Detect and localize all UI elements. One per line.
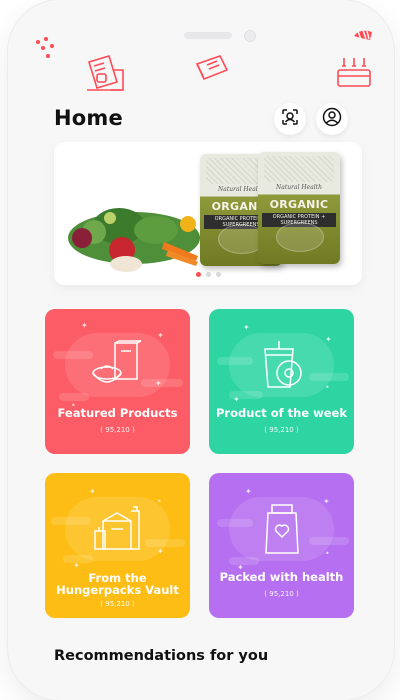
speaker-notch xyxy=(184,32,232,39)
recommendations-heading: Recommendations for you xyxy=(54,648,269,664)
promo-banner[interactable]: Natural Health ORGANIC FUSION ORGANIC PR… xyxy=(54,142,362,285)
card-title: Featured Products xyxy=(57,406,178,420)
sparkle-dots-icon xyxy=(34,36,58,60)
card-count: ( 95,210 ) xyxy=(100,426,135,434)
carousel-dot[interactable] xyxy=(205,272,211,277)
card-title: From the Hungerpacks Vault xyxy=(56,571,179,597)
category-card-packed-with-health[interactable]: ✦ ✦ • ✦ Packed with health ( 95,210 ) xyxy=(209,473,354,618)
category-card-featured-products[interactable]: ✦ ✦ ✦ • Featured Products ( 95,210 ) xyxy=(45,309,190,454)
bag-and-bowl-icon xyxy=(91,339,145,393)
user-profile-icon xyxy=(322,107,342,131)
striped-ball-icon xyxy=(352,28,374,42)
book-icon xyxy=(194,52,230,82)
header-bar: Home xyxy=(54,103,348,136)
face-scan-button[interactable] xyxy=(274,103,306,135)
carousel-dot[interactable] xyxy=(215,272,221,277)
face-scan-icon xyxy=(281,108,299,130)
grocery-bag-icon xyxy=(83,52,127,94)
groceries-box-icon xyxy=(91,503,145,559)
card-count: ( 95,210 ) xyxy=(264,426,299,434)
card-title: Product of the week xyxy=(215,406,347,420)
phone-frame: Home Natural Health ORGANIC ORGANIC PROT… xyxy=(8,0,394,700)
carousel-dot[interactable] xyxy=(195,272,201,277)
cup-and-donut-icon xyxy=(259,339,305,395)
profile-button[interactable] xyxy=(316,103,348,135)
front-camera xyxy=(244,30,256,42)
category-card-hungerpacks-vault[interactable]: ✦ • ✦ ✦ From the Hungerpacks Vault ( 95,… xyxy=(45,473,190,618)
bottle-crate-icon xyxy=(334,56,374,88)
product-pack-image: Natural Health ORGANIC FUSION ORGANIC PR… xyxy=(258,152,340,264)
heart-bag-icon xyxy=(262,503,302,559)
carousel-indicator[interactable] xyxy=(54,272,362,277)
page-title: Home xyxy=(54,106,123,130)
card-count: ( 95,210 ) xyxy=(264,590,299,598)
card-title: Packed with health xyxy=(219,570,344,584)
card-count: ( 95,210 ) xyxy=(100,600,135,608)
category-card-product-of-the-week[interactable]: ✦ ✦ • ✦ Product of the week ( 95,210 ) xyxy=(209,309,354,454)
vegetables-image xyxy=(64,198,204,274)
